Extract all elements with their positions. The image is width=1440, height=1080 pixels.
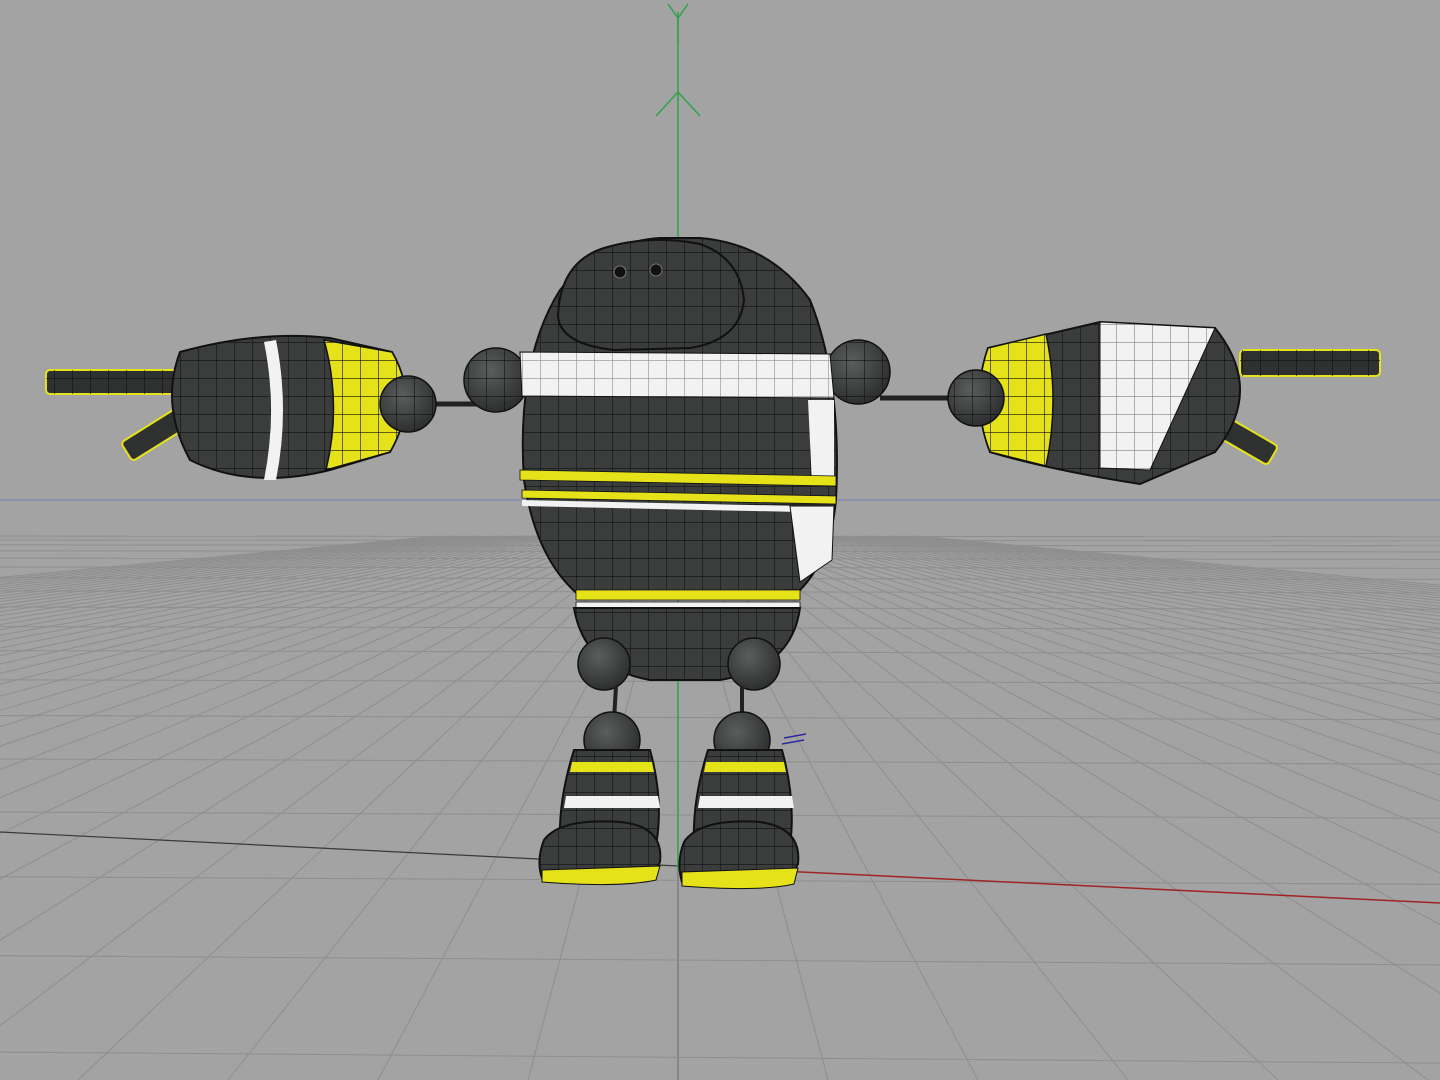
grid-line <box>0 535 619 771</box>
grid-line <box>881 535 1440 599</box>
grid-line <box>749 535 1440 754</box>
grid-line <box>719 535 1440 926</box>
grid-line <box>0 535 595 697</box>
right-leg[interactable] <box>678 711 800 890</box>
grid-line <box>0 535 511 606</box>
grid-line <box>0 535 607 728</box>
grid-line <box>0 535 535 621</box>
3d-viewport[interactable] <box>0 0 1440 1080</box>
grid-line <box>833 535 1440 625</box>
grid-line <box>0 535 625 799</box>
grid-line <box>0 535 559 642</box>
grid-line <box>869 535 1440 604</box>
grid-line <box>713 535 1440 994</box>
grid-line <box>0 535 565 649</box>
grid-line <box>0 535 601 711</box>
robot-hips <box>572 607 802 721</box>
grid-line <box>887 535 1440 597</box>
grid-line <box>707 535 1429 1080</box>
right-arm[interactable] <box>947 320 1381 486</box>
grid-line <box>0 535 439 578</box>
grid-line <box>0 535 451 582</box>
grid-line <box>0 535 541 626</box>
left-leg[interactable] <box>538 711 662 886</box>
grid-line <box>893 535 1440 594</box>
grid-line <box>815 535 1440 639</box>
left-eye-icon <box>613 265 627 279</box>
grid-line <box>0 535 553 636</box>
grid-line <box>0 1051 1440 1064</box>
grid-line <box>0 535 613 747</box>
grid-line <box>725 535 1440 874</box>
grid-line <box>731 535 1440 834</box>
grid-line <box>0 535 517 609</box>
robot-head[interactable] <box>556 238 746 352</box>
grid-line <box>839 535 1440 621</box>
grid-line <box>875 535 1440 602</box>
viewport-canvas[interactable] <box>0 0 1440 1080</box>
grid-line <box>863 535 1440 607</box>
grid-line <box>0 535 499 600</box>
z-axis-marker-icon <box>781 733 807 745</box>
grid-line <box>0 535 445 580</box>
grid-line <box>809 535 1440 645</box>
right-eye-icon <box>649 263 663 277</box>
left-arm[interactable] <box>45 334 437 480</box>
grid-line <box>917 535 1440 586</box>
grid-line <box>0 535 589 685</box>
grid-line <box>821 535 1440 634</box>
grid-line <box>0 535 547 631</box>
grid-line <box>0 714 1440 721</box>
grid-line <box>0 535 493 597</box>
grid-line <box>827 535 1440 629</box>
grid-line <box>0 535 631 835</box>
grid-line <box>0 955 1440 966</box>
